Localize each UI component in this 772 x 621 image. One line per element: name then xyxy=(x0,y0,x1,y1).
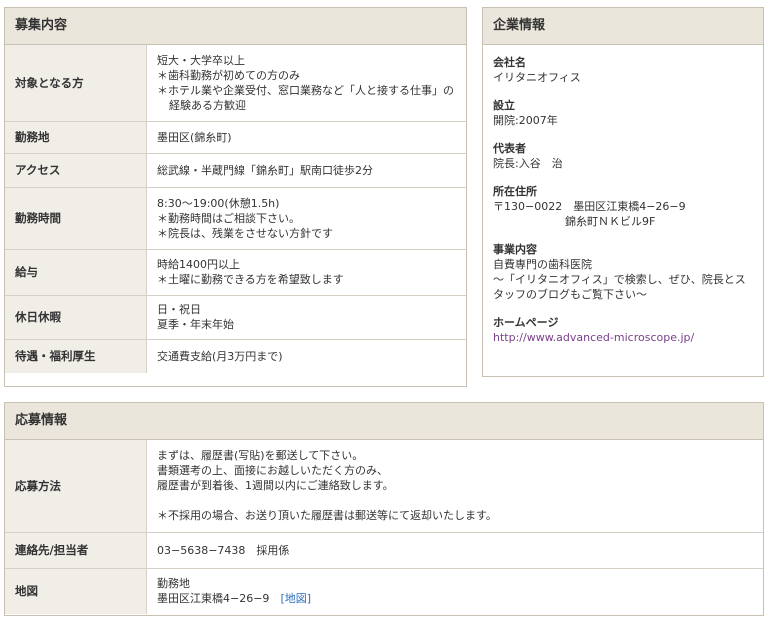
row-label: 連絡先/担当者 xyxy=(5,531,147,568)
value-line: まずは、履歴書(写貼)を郵送して下さい。 xyxy=(157,449,364,463)
value-line: 短大・大学卒以上 xyxy=(157,53,245,67)
value-line xyxy=(157,493,753,508)
value-line: 書類選考の上、面接にお越しいただく方のみ、 xyxy=(157,464,388,478)
row-label: アクセス xyxy=(5,152,147,187)
table-row: 勤務地 墨田区(錦糸町) xyxy=(5,120,466,153)
table-row: 待遇・福利厚生 交通費支給(月3万円まで) xyxy=(5,338,466,373)
company-panel: 企業情報 会社名 イリタニオフィス 設立 開院:2007年 代表者 院長:入谷 … xyxy=(482,7,764,377)
info-value: タッフのブログもご覧下さい〜 xyxy=(493,288,647,301)
row-value: 勤務地 墨田区江東橋4−26−9 [地図] xyxy=(146,567,763,614)
row-value: 墨田区(錦糸町) xyxy=(146,120,466,153)
homepage-item: ホームページ http://www.advanced-microscope.jp… xyxy=(493,315,753,345)
info-label: ホームページ xyxy=(493,316,559,329)
value-line: 経験ある方歓迎 xyxy=(169,98,246,112)
apply-panel: 応募情報 応募方法 まずは、履歴書(写貼)を郵送して下さい。 書類選考の上、面接… xyxy=(4,402,764,616)
value-line: ＊歯科勤務が初めての方のみ xyxy=(157,68,300,82)
value-line: 墨田区江東橋4−26−9 [地図] xyxy=(157,591,753,606)
value-line: ＊勤務時間はご相談下さい。 xyxy=(157,211,300,225)
row-value: まずは、履歴書(写貼)を郵送して下さい。 書類選考の上、面接にお越しいただく方の… xyxy=(147,440,764,532)
address-item: 所在住所 〒130−0022 墨田区江東橋4−26−9 錦糸町ＮＫビル9F xyxy=(493,184,753,229)
value-line: 8:30〜19:00(休憩1.5h) xyxy=(157,196,280,210)
value-line: ＊院長は、残業をさせない方針です xyxy=(157,226,333,240)
table-row: 勤務時間 8:30〜19:00(休憩1.5h) ＊勤務時間はご相談下さい。 ＊院… xyxy=(5,186,466,249)
table-row: 給与 時給1400円以上 ＊土曜に勤務できる方を希望致します xyxy=(5,248,466,295)
table-row: 地図 勤務地 墨田区江東橋4−26−9 [地図] xyxy=(5,567,763,614)
value-line: ＊土曜に勤務できる方を希望致します xyxy=(157,273,344,286)
apply-table: 応募方法 まずは、履歴書(写貼)を郵送して下さい。 書類選考の上、面接にお越しい… xyxy=(5,440,763,614)
value-line: ＊不採用の場合、お送り頂いた履歴書は郵送等にて返却いたします。 xyxy=(157,509,497,523)
company-name-item: 会社名 イリタニオフィス xyxy=(493,55,753,85)
row-label: 対象となる方 xyxy=(5,45,147,121)
row-label: 給与 xyxy=(5,248,147,295)
row-label: 地図 xyxy=(5,567,147,614)
representative-item: 代表者 院長:入谷 治 xyxy=(493,141,753,171)
row-value: 日・祝日 夏季・年末年始 xyxy=(146,294,466,339)
row-value: 8:30〜19:00(休憩1.5h) ＊勤務時間はご相談下さい。 ＊院長は、残業… xyxy=(146,186,466,249)
info-label: 所在住所 xyxy=(493,185,537,198)
info-label: 会社名 xyxy=(493,56,526,69)
table-row: 連絡先/担当者 03−5638−7438 採用係 xyxy=(5,531,763,568)
row-value: 総武線・半蔵門線「錦糸町」駅南口徒歩2分 xyxy=(146,152,466,187)
table-row: 休日休暇 日・祝日 夏季・年末年始 xyxy=(5,294,466,339)
founded-item: 設立 開院:2007年 xyxy=(493,98,753,128)
table-row: 対象となる方 短大・大学卒以上 ＊歯科勤務が初めての方のみ ＊ホテル業や企業受付… xyxy=(5,45,466,121)
recruit-table: 対象となる方 短大・大学卒以上 ＊歯科勤務が初めての方のみ ＊ホテル業や企業受付… xyxy=(5,45,466,373)
value-line: 総武線・半蔵門線「錦糸町」駅南口徒歩2分 xyxy=(157,163,373,177)
row-label: 待遇・福利厚生 xyxy=(5,338,147,373)
row-label: 応募方法 xyxy=(5,440,147,532)
value-line: 墨田区(錦糸町) xyxy=(157,130,232,144)
info-value: 院長:入谷 治 xyxy=(493,157,563,170)
info-label: 代表者 xyxy=(493,142,526,155)
info-value: 自費専門の歯科医院 xyxy=(493,258,592,271)
recruit-title: 募集内容 xyxy=(5,8,466,45)
homepage-link[interactable]: http://www.advanced-microscope.jp/ xyxy=(493,330,753,345)
table-row: 応募方法 まずは、履歴書(写貼)を郵送して下さい。 書類選考の上、面接にお越しい… xyxy=(5,440,763,532)
company-info: 会社名 イリタニオフィス 設立 開院:2007年 代表者 院長:入谷 治 所在住… xyxy=(483,45,763,345)
value-line: 時給1400円以上 xyxy=(157,258,240,271)
info-label: 事業内容 xyxy=(493,243,537,256)
contact-value: 03−5638−7438 採用係 xyxy=(157,543,290,557)
table-row: アクセス 総武線・半蔵門線「錦糸町」駅南口徒歩2分 xyxy=(5,152,466,187)
row-label: 勤務地 xyxy=(5,120,147,153)
row-label: 勤務時間 xyxy=(5,186,147,249)
value-line: 履歴書が到着後、1週間以内にご連絡致します。 xyxy=(157,479,394,493)
info-label: 設立 xyxy=(493,99,515,112)
info-value: 錦糸町ＮＫビル9F xyxy=(565,215,656,228)
row-value: 03−5638−7438 採用係 xyxy=(146,531,763,568)
row-value: 交通費支給(月3万円まで) xyxy=(146,338,466,373)
info-value: 〒130−0022 墨田区江東橋4−26−9 xyxy=(493,200,686,213)
map-address: 墨田区江東橋4−26−9 xyxy=(157,592,270,606)
recruit-panel: 募集内容 対象となる方 短大・大学卒以上 ＊歯科勤務が初めての方のみ ＊ホテル業… xyxy=(4,7,467,387)
info-value: 〜「イリタニオフィス」で検索し、ぜひ、院長とス xyxy=(493,273,746,286)
value-line: 交通費支給(月3万円まで) xyxy=(157,349,283,363)
value-line: 夏季・年末年始 xyxy=(157,318,234,331)
value-line: 勤務地 xyxy=(157,577,190,591)
value-line: ＊ホテル業や企業受付、窓口業務など「人と接する仕事」の xyxy=(157,83,454,97)
row-value: 短大・大学卒以上 ＊歯科勤務が初めての方のみ ＊ホテル業や企業受付、窓口業務など… xyxy=(147,45,467,121)
value-line: 日・祝日 xyxy=(157,303,201,316)
row-value: 時給1400円以上 ＊土曜に勤務できる方を希望致します xyxy=(146,248,466,295)
apply-title: 応募情報 xyxy=(5,403,763,440)
business-item: 事業内容 自費専門の歯科医院 〜「イリタニオフィス」で検索し、ぜひ、院長とス タ… xyxy=(493,242,753,302)
company-title: 企業情報 xyxy=(483,8,763,45)
info-value: イリタニオフィス xyxy=(493,71,581,84)
info-value: 開院:2007年 xyxy=(493,114,558,127)
map-link[interactable]: [地図] xyxy=(280,592,311,605)
row-label: 休日休暇 xyxy=(5,294,147,339)
